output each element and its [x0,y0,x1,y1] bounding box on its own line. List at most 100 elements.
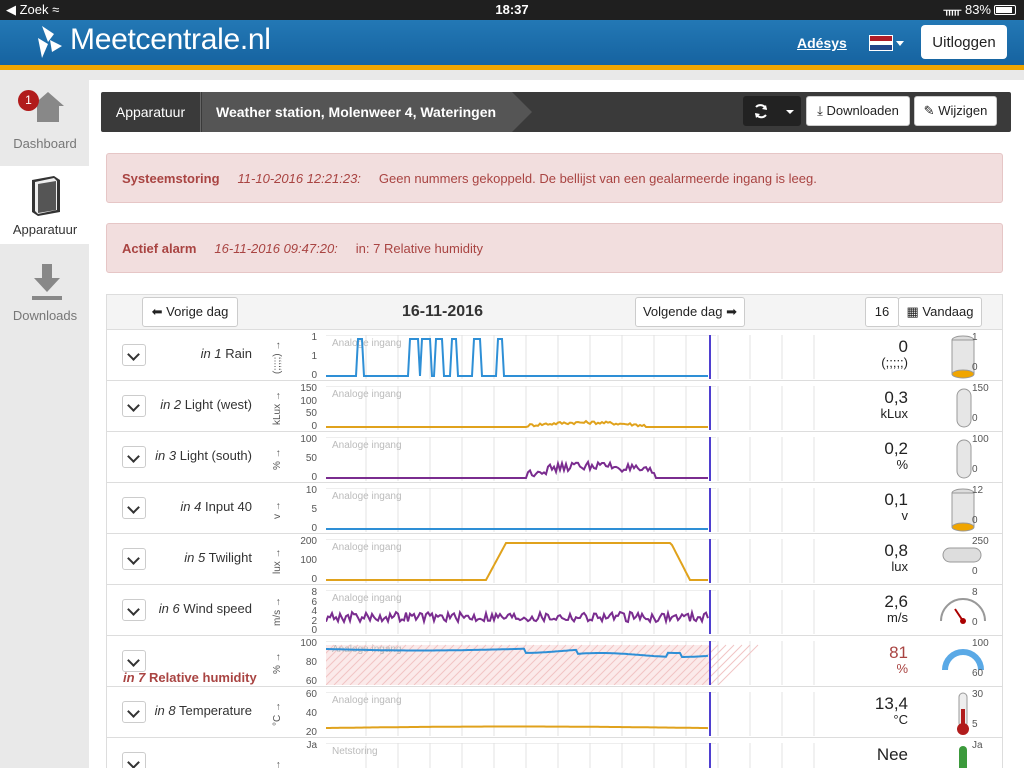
previous-day-button[interactable]: ⬅ Vorige dag [142,297,238,327]
input-label[interactable]: in 8 Temperature [155,703,252,718]
sidebar-item-downloads[interactable]: Downloads [0,252,90,330]
unit-text: v [272,513,283,519]
sparkline-chart[interactable]: Analoge ingang [326,692,822,736]
y-tick-label: 200 [300,536,317,547]
sparkline-chart[interactable]: Analoge ingang [326,539,822,583]
value-number: 2,6 [884,592,908,611]
y-tick-label: 50 [305,408,317,419]
sparkline-chart[interactable]: Analoge ingang [326,488,822,532]
y-axis-ticks: 200 100 0 [291,536,319,585]
today-button[interactable]: ▦ Vandaag [898,297,982,327]
y-axis-ticks: 10 5 0 [291,485,319,534]
chart-line [326,419,708,428]
chart-line [326,608,709,626]
arrow-left-circle-icon: ⬅ [151,304,163,319]
table-row: in 4 Input 40 v → 10 5 0 Analoge ingang 0,1 v 12… [107,483,1002,534]
download-button[interactable]: ⤓ Downloaden [806,96,910,126]
alert-message: Geen nummers gekoppeld. De bellijst van … [378,171,817,186]
input-label[interactable]: in 5 Twilight [184,550,252,565]
table-row: in 5 Twilight lux → 200 100 0 Analoge ingang 0… [107,534,1002,585]
input-label[interactable]: in 3 Light (south) [155,448,252,463]
gauge-min-label: 0 [972,617,978,628]
sparkline-chart[interactable]: Netstoring [326,743,822,768]
input-name: Twilight [208,550,252,565]
breadcrumb-device: Weather station, Molenweer 4, Wateringen [202,92,512,132]
gauge-max-label: 250 [972,536,989,547]
table-row: in 2 Light (west) kLux → 150 100 50 0 Analoge … [107,381,1002,432]
input-name: Input 40 [205,499,252,514]
value-unit: % [896,661,908,676]
expand-row-button[interactable] [122,650,146,672]
expand-row-button[interactable] [122,701,146,723]
input-name: Rain [225,346,252,361]
gauge-max-label: 100 [972,638,989,649]
input-label[interactable]: in 6 Wind speed [159,601,252,616]
y-axis-ticks: 100 80 60 [291,638,319,687]
value-number: Nee [876,745,908,764]
brand-name[interactable]: Meetcentrale.nl [70,23,271,57]
input-label[interactable]: in 7 Relative humidity [123,670,257,685]
y-tick-label: 0 [311,421,317,432]
sparkline-chart[interactable]: Analoge ingang [326,386,822,430]
sparkline-chart[interactable]: Analoge ingang [326,590,822,634]
value-unit: % [896,457,908,472]
y-tick-label: 60 [305,676,317,687]
input-label[interactable]: in 1 Rain [201,346,252,361]
y-tick-label: 150 [300,383,317,394]
day-number-input[interactable]: 16 [865,297,899,327]
expand-row-button[interactable] [122,395,146,417]
sidebar-item-dashboard[interactable]: 1 Dashboard [0,80,90,158]
previous-day-label: Vorige dag [166,304,229,319]
chart-series-label: Analoge ingang [332,593,402,604]
expand-row-button[interactable] [122,497,146,519]
table-row: in 8 Temperature °C → 60 40 20 Analoge ingang… [107,687,1002,738]
unit-text: kLux [272,403,283,425]
value-number: 81 [889,643,908,662]
status-right: ᚅ 83% [944,2,1016,18]
value-unit: m/s [887,610,908,625]
chart-line [326,725,709,730]
caret-down-icon[interactable] [896,41,904,46]
level-gauge [959,746,967,768]
chart-series-label: Analoge ingang [332,389,402,400]
user-account-link[interactable]: Adésys [797,35,847,51]
y-tick-label: 0 [311,523,317,534]
sparkline-chart[interactable]: Analoge ingang [326,641,822,685]
chart-series-label: Analoge ingang [332,542,402,553]
expand-row-button[interactable] [122,344,146,366]
expand-row-button[interactable] [122,446,146,468]
value-number: 0,1 [884,490,908,509]
input-prefix: in 1 [200,346,222,361]
unit-text: m/s [272,610,283,627]
unit-axis-label: % → [272,652,283,674]
edit-button[interactable]: ✎ Wijzigen [914,96,997,126]
alert-title: Systeemstoring [122,171,220,186]
sidebar: 1 Dashboard Apparatuur Downloads [0,80,90,768]
language-flag-icon[interactable] [869,35,893,51]
gauge-min-label: 60 [972,668,984,679]
sidebar-item-apparatuur[interactable]: Apparatuur [0,166,90,244]
input-label[interactable]: in 2 Light (west) [160,397,252,412]
y-tick-label: 5 [311,504,317,515]
gauge-min-label: 0 [972,413,978,424]
y-tick-label: 0 [311,625,317,636]
sparkline-chart[interactable]: Analoge ingang [326,335,822,379]
meetcentrale-logo-icon[interactable] [34,24,64,60]
day-navigation: ⬅ Vorige dag 16-11-2016 Volgende dag ➡ 1… [106,294,1003,330]
next-day-button[interactable]: Volgende dag ➡ [635,297,745,327]
logout-button[interactable]: Uitloggen [921,25,1007,59]
level-gauge [957,692,969,735]
refresh-icon [755,104,794,119]
gauge-min-label: 0 [972,362,978,373]
y-tick-label: Ja [306,740,317,751]
input-label[interactable]: in 4 Input 40 [180,499,252,514]
refresh-dropdown-button[interactable] [743,96,801,126]
sparkline-chart[interactable]: Analoge ingang [326,437,822,481]
expand-row-button[interactable] [122,752,146,768]
expand-row-button[interactable] [122,599,146,621]
breadcrumb-apparatuur[interactable]: Apparatuur [101,92,201,132]
unit-axis-label: °C → [272,702,283,727]
battery-icon [994,5,1016,15]
expand-row-button[interactable] [122,548,146,570]
next-day-label: Volgende dag [642,304,723,319]
